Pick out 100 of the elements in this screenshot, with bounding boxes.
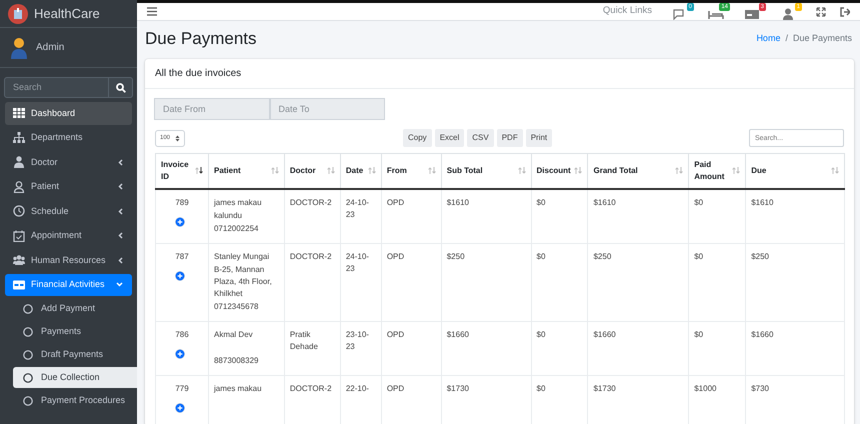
circle-icon xyxy=(23,326,33,336)
patient-address: kalundu xyxy=(214,210,244,222)
circle-icon xyxy=(23,372,33,382)
export-button[interactable]: CSV xyxy=(467,129,494,148)
sidebar-submenu-item[interactable]: Payment Procedures xyxy=(13,390,137,411)
sort-arrows-icon xyxy=(194,167,203,174)
sort-arrows-icon xyxy=(675,167,684,174)
brand-name[interactable]: HealthCare xyxy=(34,4,100,24)
table-cell: $0 xyxy=(536,384,546,393)
sidebar-submenu-item[interactable]: Add Payment xyxy=(13,298,137,319)
circle-icon xyxy=(23,396,33,406)
plus-circle-icon xyxy=(174,403,185,414)
column-header[interactable]: Discount xyxy=(531,154,588,189)
sidebar-submenu-item[interactable]: Draft Payments xyxy=(13,344,137,365)
sort-arrows-icon xyxy=(574,167,582,174)
table-cell: $0 xyxy=(694,198,704,207)
breadcrumb-link[interactable]: Home xyxy=(756,32,780,46)
sidebar-menu-item[interactable]: Doctor xyxy=(5,151,132,174)
export-button[interactable]: Excel xyxy=(434,129,464,148)
patient-name: Stanley Mungai xyxy=(214,250,270,263)
patient-name: Akmal Dev xyxy=(214,328,254,341)
column-header[interactable]: From xyxy=(381,154,442,189)
column-header[interactable]: Grand Total xyxy=(588,154,689,189)
person-outline-icon xyxy=(13,180,25,193)
expand-row-button[interactable] xyxy=(174,403,185,414)
sidebar-menu-item[interactable]: Schedule xyxy=(5,200,132,222)
column-header[interactable]: Sub Total xyxy=(441,154,531,189)
sidebar-menu-item[interactable]: Financial Activities xyxy=(5,274,132,296)
table-cell: $1730 xyxy=(593,384,616,393)
sort-arrows-icon xyxy=(270,167,279,174)
sidebar-menu-item[interactable]: Patient xyxy=(5,176,132,198)
search-icon xyxy=(116,82,126,92)
column-header[interactable]: Due xyxy=(746,154,844,189)
table-cell: $1610 xyxy=(593,198,616,207)
person-icon xyxy=(780,8,796,20)
sort-arrows-icon xyxy=(518,167,526,174)
date-to-field[interactable]: Date To xyxy=(270,98,385,120)
fullscreen-icon xyxy=(816,6,826,16)
column-header[interactable]: Date xyxy=(340,154,382,189)
plus-circle-icon xyxy=(174,349,185,360)
chevron-left-icon xyxy=(118,183,123,190)
export-button[interactable]: PDF xyxy=(496,129,523,148)
expand-row-button[interactable] xyxy=(174,270,185,281)
sidebar-submenu-item[interactable]: Due Collection xyxy=(13,367,137,388)
plus-circle-icon xyxy=(174,270,185,281)
sitemap-icon xyxy=(13,132,25,144)
table-cell: 23-10-23 xyxy=(346,330,369,352)
column-header[interactable]: Doctor xyxy=(284,154,340,189)
plus-circle-icon xyxy=(174,216,185,227)
chevron-left-icon xyxy=(118,232,123,240)
user-name[interactable]: Admin xyxy=(36,40,64,55)
table-cell: $0 xyxy=(536,252,546,261)
table-cell: 24-10-23 xyxy=(346,198,369,219)
patient-phone: 8873008329 xyxy=(214,354,260,367)
table-cell: OPD xyxy=(386,252,404,261)
grid-icon xyxy=(13,107,25,120)
sidebar-menu-item[interactable]: Dashboard xyxy=(5,102,132,124)
sidebar-menu-item[interactable]: Appointment xyxy=(5,224,132,247)
export-button[interactable]: Print xyxy=(526,129,552,148)
patient-phone: 0712002254 xyxy=(214,222,260,235)
date-from-field[interactable]: Date From xyxy=(154,98,270,120)
circle-icon xyxy=(23,350,33,360)
sidebar-menu-item[interactable]: Departments xyxy=(5,126,132,149)
column-header[interactable]: Patient xyxy=(208,154,284,189)
table-cell: $0 xyxy=(536,330,546,339)
breadcrumb-current: Due Payments xyxy=(792,32,852,46)
expand-row-button[interactable] xyxy=(174,216,185,227)
page-title: Due Payments xyxy=(145,29,256,50)
column-header[interactable]: Invoice ID xyxy=(156,154,208,189)
sidebar-menu-item[interactable]: Human Resources xyxy=(5,249,132,272)
sort-arrows-icon xyxy=(368,167,376,174)
patient-address: B-25, Mannan Plaza, 4th Floor, Khilkhet xyxy=(214,264,273,300)
search-button[interactable] xyxy=(109,77,133,98)
export-button[interactable]: Copy xyxy=(403,129,432,148)
patient-phone: 0712345678 xyxy=(214,300,260,313)
table-cell: OPD xyxy=(386,330,404,339)
breadcrumb-separator: / xyxy=(785,32,788,46)
invoice-id: 787 xyxy=(174,250,190,263)
patient-name: james makau xyxy=(214,382,263,395)
sidebar-search-field[interactable]: Search xyxy=(4,77,109,98)
sort-arrows-icon xyxy=(732,167,740,174)
table-cell: DOCTOR-2 xyxy=(290,384,332,393)
sort-arrows-icon xyxy=(831,167,839,174)
invoice-id: 789 xyxy=(174,196,190,209)
table-cell: 22-10- xyxy=(346,384,369,393)
table-cell: $1660 xyxy=(751,330,774,339)
table-cell: $1610 xyxy=(751,198,774,207)
sort-arrows-icon xyxy=(326,167,335,174)
chevron-left-icon xyxy=(118,208,123,215)
table-cell: $1610 xyxy=(446,198,469,207)
table-cell: $1660 xyxy=(446,330,469,339)
table-cell: 24-10-23 xyxy=(346,252,369,273)
invoice-id: 779 xyxy=(174,382,190,395)
table-cell: DOCTOR-2 xyxy=(290,198,332,207)
sidebar-submenu-item[interactable]: Payments xyxy=(13,321,137,342)
expand-row-button[interactable] xyxy=(174,349,185,360)
invoice-id: 786 xyxy=(174,328,190,341)
table-cell: $250 xyxy=(446,252,465,261)
column-header[interactable]: Paid Amount xyxy=(688,154,746,189)
calendar-check-icon xyxy=(13,230,25,242)
